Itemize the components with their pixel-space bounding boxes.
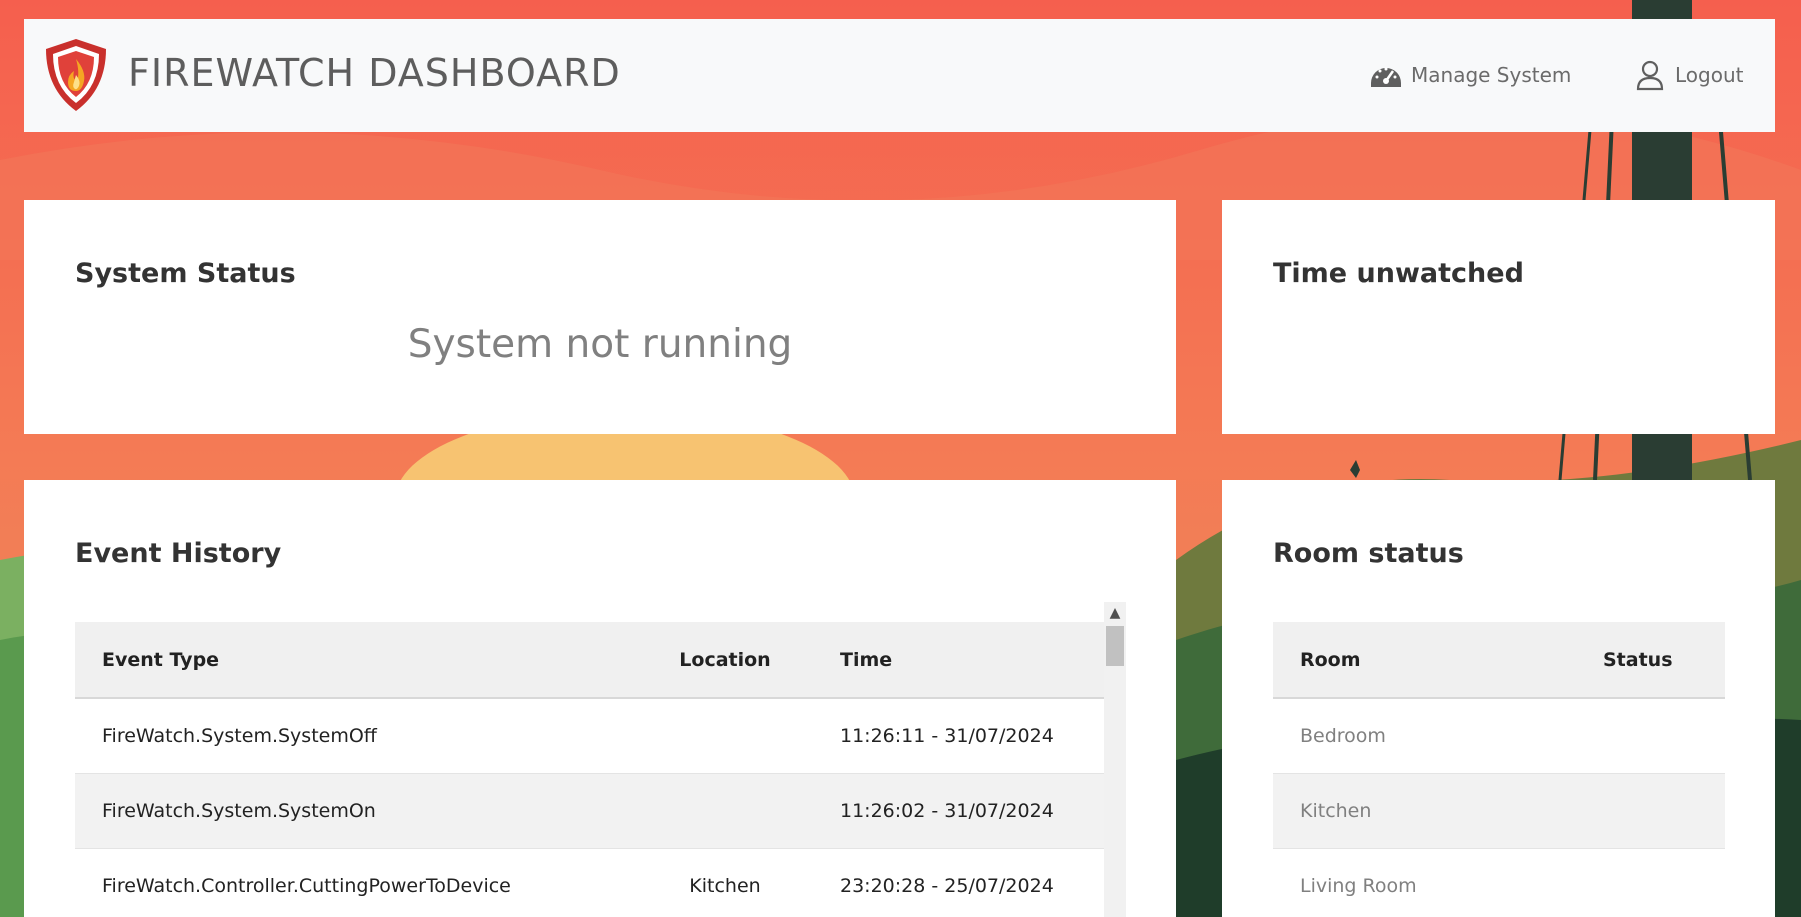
system-status-text: System not running: [407, 322, 793, 367]
room-status-card: Room status Room Status Bedroom Kitchen …: [1222, 480, 1775, 917]
location-cell: [655, 773, 795, 849]
time-cell: 11:26:02 - 31/07/2024: [795, 773, 1105, 849]
system-status-title: System Status: [75, 258, 296, 289]
table-row[interactable]: FireWatch.Controller.CuttingPowerToDevic…: [75, 848, 1105, 917]
room-status-cell: [1576, 848, 1725, 917]
logout-link[interactable]: Logout: [1633, 59, 1743, 91]
column-header-room: Room: [1273, 622, 1576, 699]
event-history-scrollbar[interactable]: ▲: [1104, 602, 1126, 917]
event-type-cell: FireWatch.Controller.CuttingPowerToDevic…: [75, 848, 655, 917]
table-row[interactable]: Kitchen: [1273, 773, 1725, 849]
time-cell: 23:20:28 - 25/07/2024: [795, 848, 1105, 917]
column-header-event-type: Event Type: [75, 622, 655, 699]
location-cell: [655, 698, 795, 774]
event-type-cell: FireWatch.System.SystemOff: [75, 698, 655, 774]
table-row[interactable]: FireWatch.System.SystemOn 11:26:02 - 31/…: [75, 773, 1105, 849]
table-header-row: Room Status: [1273, 622, 1725, 699]
location-cell: Kitchen: [655, 848, 795, 917]
time-cell: 11:26:11 - 31/07/2024: [795, 698, 1105, 774]
room-status-cell: [1576, 698, 1725, 774]
event-history-table: Event Type Location Time FireWatch.Syste…: [75, 622, 1105, 917]
room-status-cell: [1576, 773, 1725, 849]
scroll-thumb[interactable]: [1106, 626, 1124, 666]
firewatch-shield-flame-icon[interactable]: [44, 37, 108, 113]
column-header-location: Location: [655, 622, 795, 699]
room-status-title: Room status: [1273, 538, 1464, 569]
top-navbar: FIREWATCH DASHBOARD Manage System Logout: [24, 19, 1775, 132]
time-unwatched-title: Time unwatched: [1273, 258, 1524, 289]
room-name-cell: Living Room: [1273, 848, 1576, 917]
system-status-card: System Status System not running: [24, 200, 1176, 434]
room-name-cell: Bedroom: [1273, 698, 1576, 774]
manage-system-link[interactable]: Manage System: [1369, 59, 1571, 91]
user-icon: [1636, 60, 1664, 91]
room-status-table: Room Status Bedroom Kitchen Living Room: [1273, 622, 1725, 917]
manage-system-label: Manage System: [1411, 63, 1572, 87]
app-title[interactable]: FIREWATCH DASHBOARD: [128, 51, 621, 95]
time-unwatched-card: Time unwatched: [1222, 200, 1775, 434]
column-header-status: Status: [1576, 622, 1725, 699]
table-row[interactable]: FireWatch.System.SystemOff 11:26:11 - 31…: [75, 698, 1105, 774]
event-type-cell: FireWatch.System.SystemOn: [75, 773, 655, 849]
speedometer-icon: [1371, 67, 1401, 87]
table-row[interactable]: Living Room: [1273, 848, 1725, 917]
event-history-card: Event History Event Type Location Time F…: [24, 480, 1176, 917]
scroll-up-arrow-icon[interactable]: ▲: [1104, 602, 1126, 624]
table-header-row: Event Type Location Time: [75, 622, 1105, 699]
event-history-title: Event History: [75, 538, 282, 569]
room-name-cell: Kitchen: [1273, 773, 1576, 849]
column-header-time: Time: [795, 622, 1105, 699]
logout-label: Logout: [1675, 63, 1744, 87]
table-row[interactable]: Bedroom: [1273, 698, 1725, 774]
